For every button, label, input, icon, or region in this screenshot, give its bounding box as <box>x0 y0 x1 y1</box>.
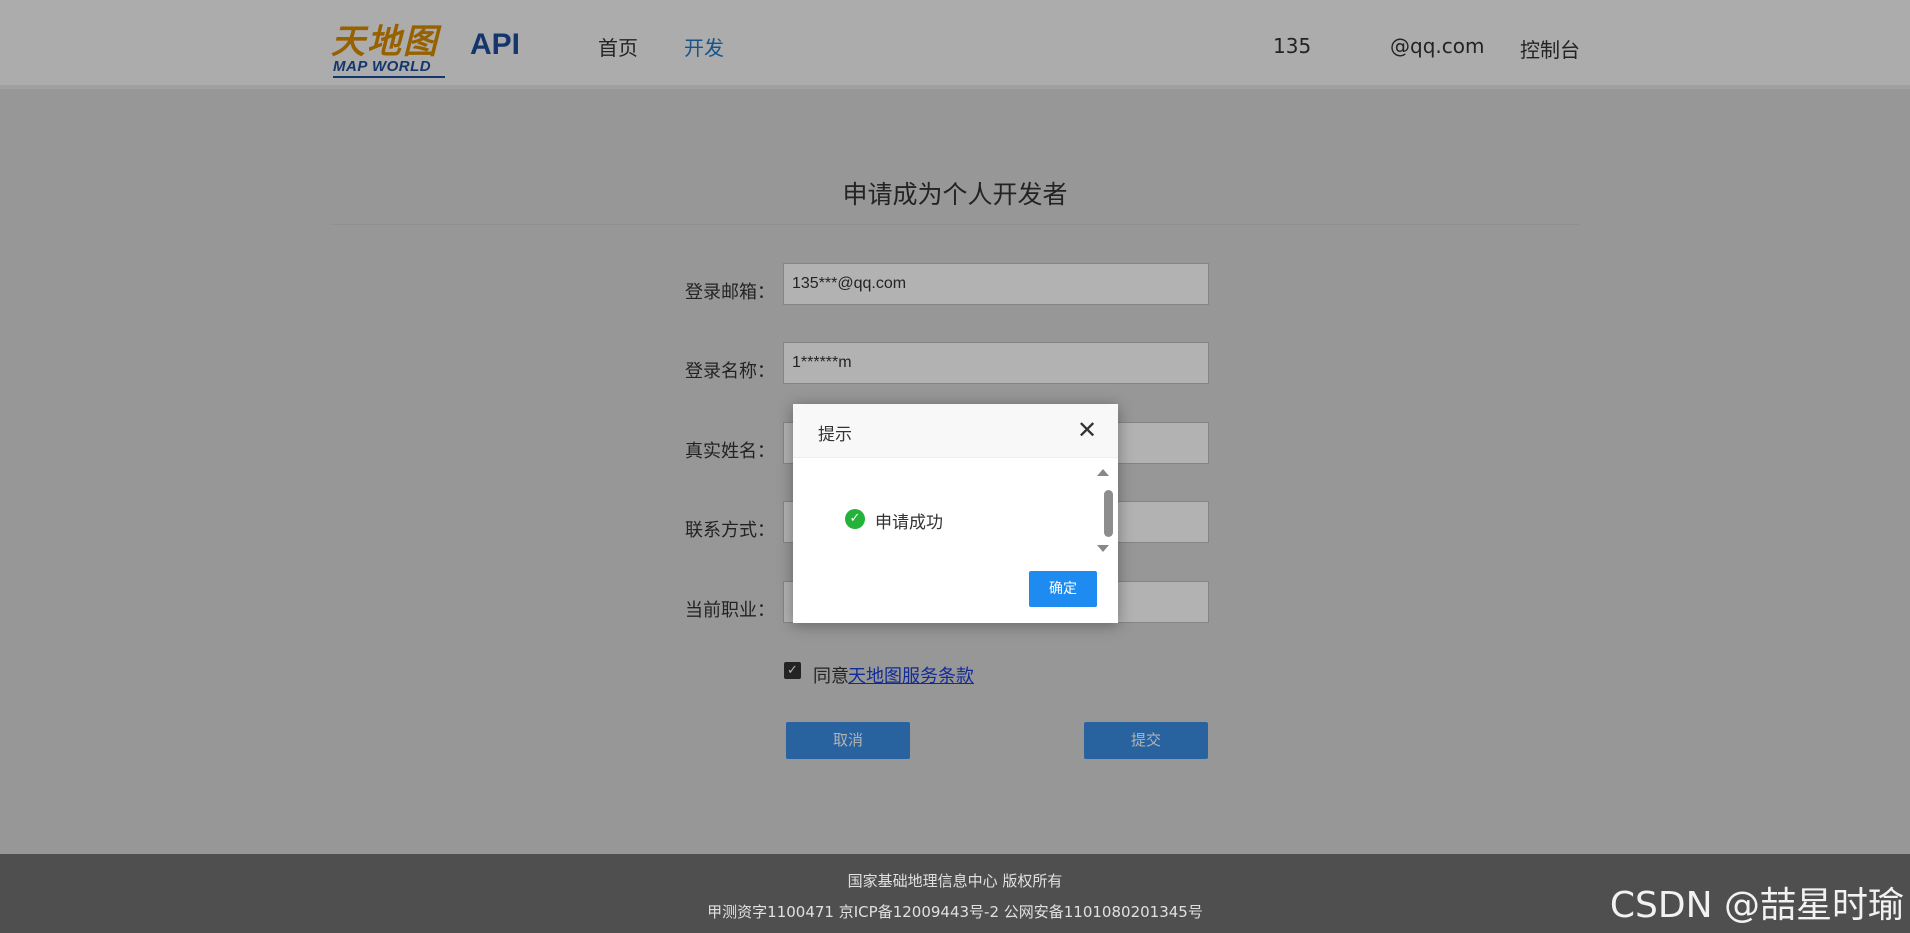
success-dialog: 提示 ✕ ✓ 申请成功 确定 <box>793 404 1118 623</box>
close-icon[interactable]: ✕ <box>1077 418 1097 442</box>
csdn-watermark: CSDN @喆星时瑜 <box>1609 885 1904 926</box>
confirm-button[interactable]: 确定 <box>1029 571 1097 607</box>
dialog-body: ✓ 申请成功 <box>793 459 1118 559</box>
dialog-title: 提示 <box>818 425 852 445</box>
scroll-up-arrow-icon[interactable] <box>1097 469 1109 476</box>
success-check-icon: ✓ <box>845 509 865 529</box>
dialog-header: 提示 ✕ <box>793 404 1118 458</box>
scroll-down-arrow-icon[interactable] <box>1097 545 1109 552</box>
dialog-message: 申请成功 <box>875 513 943 533</box>
dialog-scrollbar-thumb[interactable] <box>1104 490 1113 537</box>
